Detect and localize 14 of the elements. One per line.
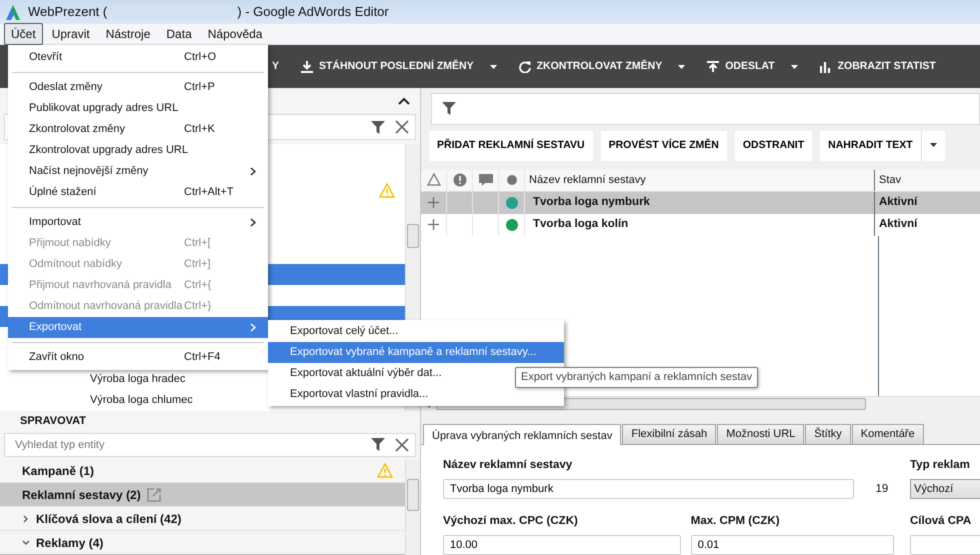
- character-count: 19: [875, 482, 888, 494]
- table-cell: Tvorba loga kolín: [525, 214, 875, 236]
- field-label: Max. CPM (CZK): [690, 514, 781, 529]
- table-cell: Tvorba loga nymburk: [525, 192, 875, 214]
- table-cell-text: Aktivní: [878, 195, 918, 210]
- field-label: Cílová CPA: [910, 514, 972, 529]
- window-title: ) - Google AdWords Editor: [237, 3, 389, 22]
- field-label: Výchozí max. CPC (CZK): [443, 514, 579, 529]
- table-cell-text: Aktivní: [878, 217, 918, 232]
- field-label: Název reklamní sestavy: [443, 458, 574, 472]
- window-title: WebPrezent (: [28, 3, 108, 22]
- section-title: SPRAVOVAT: [19, 414, 88, 429]
- tooltip: Export vybraných kampaní a reklamních sestav: [515, 367, 758, 388]
- field-label: Typ reklam: [910, 458, 971, 472]
